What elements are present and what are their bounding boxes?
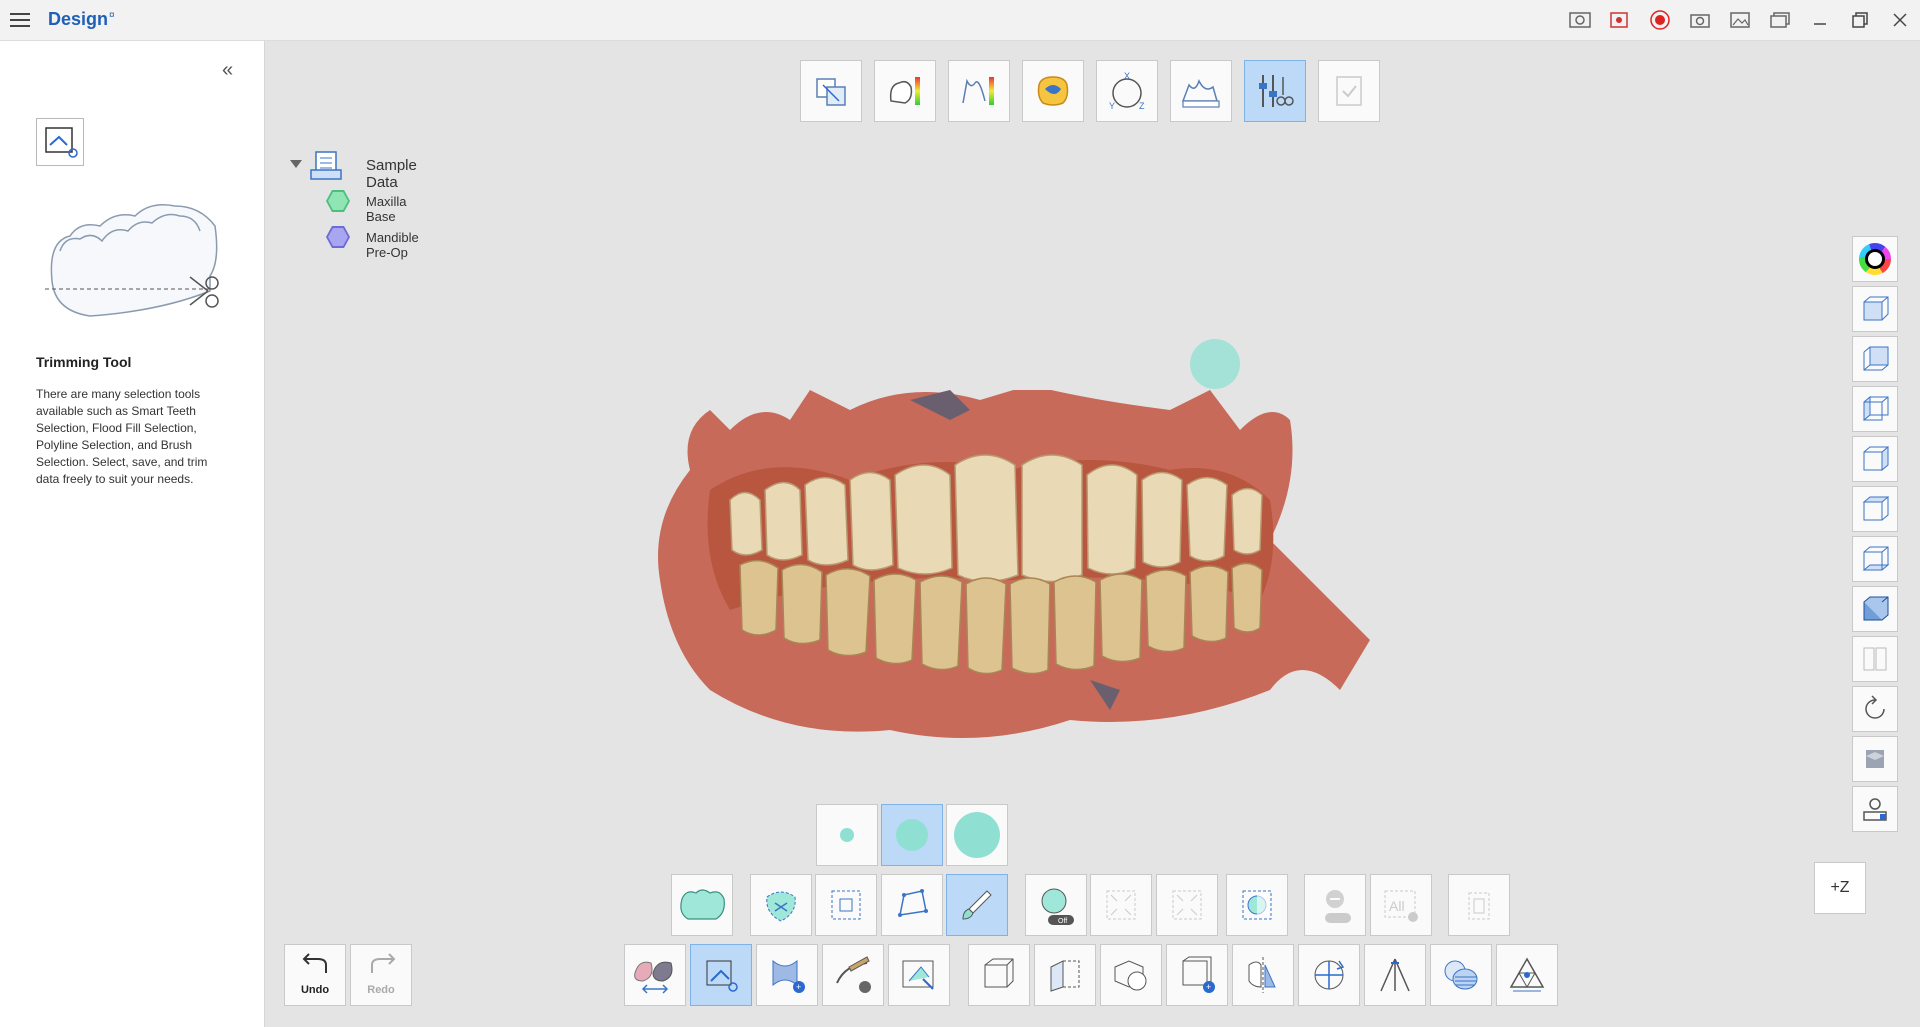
view-iso-button[interactable] — [1852, 586, 1898, 632]
delete-selection-button[interactable] — [1448, 874, 1510, 936]
add-box-button[interactable]: + — [1166, 944, 1228, 1006]
tree-item-label: Maxilla Base — [366, 194, 407, 224]
capture-icon[interactable] — [1560, 0, 1600, 40]
svg-text:All: All — [1389, 898, 1405, 914]
deviation-tool-button[interactable] — [874, 60, 936, 122]
base-box-button[interactable] — [968, 944, 1030, 1006]
edit-boundary-button[interactable] — [888, 944, 950, 1006]
axis-view-button[interactable]: +Z — [1814, 862, 1866, 914]
brush-selection-button[interactable] — [946, 874, 1008, 936]
cut-plane-button[interactable] — [1034, 944, 1096, 1006]
split-view-button[interactable] — [1852, 636, 1898, 682]
close-icon[interactable] — [1880, 0, 1920, 40]
redo-button[interactable]: Redo — [350, 944, 412, 1006]
expand-caret-icon[interactable] — [290, 160, 302, 168]
data-folder-icon — [308, 148, 344, 182]
menu-icon[interactable] — [10, 10, 30, 30]
minimize-icon[interactable] — [1800, 0, 1840, 40]
through-selection-toggle[interactable]: Off — [1025, 874, 1087, 936]
app-title-badge: ¤ — [109, 10, 115, 21]
mirror-button[interactable] — [1232, 944, 1294, 1006]
restore-icon[interactable] — [1840, 0, 1880, 40]
deselect-all-button[interactable]: All — [1370, 874, 1432, 936]
rotate-model-button[interactable] — [1298, 944, 1360, 1006]
view-left-button[interactable] — [1852, 386, 1898, 432]
clear-selection-toggle[interactable] — [1304, 874, 1366, 936]
layer-spheres-button[interactable] — [1430, 944, 1492, 1006]
svg-text:+: + — [1206, 982, 1211, 992]
brush-cursor — [1190, 339, 1240, 389]
grow-selection-button[interactable] — [1156, 874, 1218, 936]
trimming-tool-icon — [36, 118, 84, 166]
undo-button[interactable]: Undo — [284, 944, 346, 1006]
svg-text:Y: Y — [1109, 101, 1115, 111]
occlusion-tool-button[interactable] — [1022, 60, 1084, 122]
svg-text:+: + — [796, 982, 801, 992]
svg-text:X: X — [1124, 71, 1130, 81]
measure-tool-button[interactable] — [1170, 60, 1232, 122]
rotate-view-button[interactable] — [1852, 686, 1898, 732]
fill-holes-button[interactable]: + — [756, 944, 818, 1006]
brush-size-medium-button[interactable] — [881, 804, 943, 866]
app-title: Design — [48, 9, 109, 29]
switch-data-button[interactable] — [624, 944, 686, 1006]
complete-button[interactable] — [1318, 60, 1380, 122]
settings-view-button[interactable] — [1852, 786, 1898, 832]
brush-size-large-button[interactable] — [946, 804, 1008, 866]
record-icon[interactable] — [1640, 0, 1680, 40]
tool-title: Trimming Tool — [36, 354, 132, 370]
axis-tool-button[interactable]: X Y Z — [1096, 60, 1158, 122]
title-bar: Design ¤ — [0, 0, 1920, 41]
flood-fill-selection-button[interactable] — [750, 874, 812, 936]
camera-icon[interactable] — [1680, 0, 1720, 40]
draft-angle-button[interactable] — [1364, 944, 1426, 1006]
gallery-icon[interactable] — [1760, 0, 1800, 40]
selection-mode-button[interactable] — [690, 944, 752, 1006]
image-icon[interactable] — [1720, 0, 1760, 40]
tree-root-label: Sample Data — [366, 157, 417, 191]
brush-size-small-button[interactable] — [816, 804, 878, 866]
svg-text:Z: Z — [1139, 101, 1145, 111]
invert-selection-button[interactable] — [1226, 874, 1288, 936]
svg-text:Off: Off — [1058, 918, 1067, 925]
view-top-button[interactable] — [1852, 486, 1898, 532]
tool-description: There are many selection tools available… — [36, 387, 208, 486]
dental-scan-model[interactable] — [650, 385, 1370, 760]
collapse-sidebar-icon[interactable]: « — [222, 59, 233, 82]
redo-label: Redo — [367, 984, 395, 996]
help-sidebar: « Trimming Tool There are many selection… — [0, 41, 265, 1027]
shrink-selection-button[interactable] — [1090, 874, 1152, 936]
view-back-button[interactable] — [1852, 336, 1898, 382]
color-wheel-button[interactable] — [1852, 236, 1898, 282]
solid-view-button[interactable] — [1852, 736, 1898, 782]
tree-item-label: Mandible Pre-Op — [366, 230, 419, 260]
screen-record-icon[interactable] — [1600, 0, 1640, 40]
rectangle-selection-button[interactable] — [815, 874, 877, 936]
smooth-surface-button[interactable] — [822, 944, 884, 1006]
profile-tool-button[interactable] — [948, 60, 1010, 122]
trimming-illustration — [40, 181, 230, 331]
view-front-button[interactable] — [1852, 286, 1898, 332]
boolean-tool-button[interactable] — [1100, 944, 1162, 1006]
smart-teeth-selection-button[interactable] — [671, 874, 733, 936]
view-bottom-button[interactable] — [1852, 536, 1898, 582]
polyline-selection-button[interactable] — [881, 874, 943, 936]
align-tool-button[interactable] — [800, 60, 862, 122]
trim-tool-button[interactable] — [1244, 60, 1306, 122]
view-right-button[interactable] — [1852, 436, 1898, 482]
window-controls — [1560, 0, 1920, 40]
undo-label: Undo — [300, 984, 330, 996]
mesh-triangle-button[interactable] — [1496, 944, 1558, 1006]
